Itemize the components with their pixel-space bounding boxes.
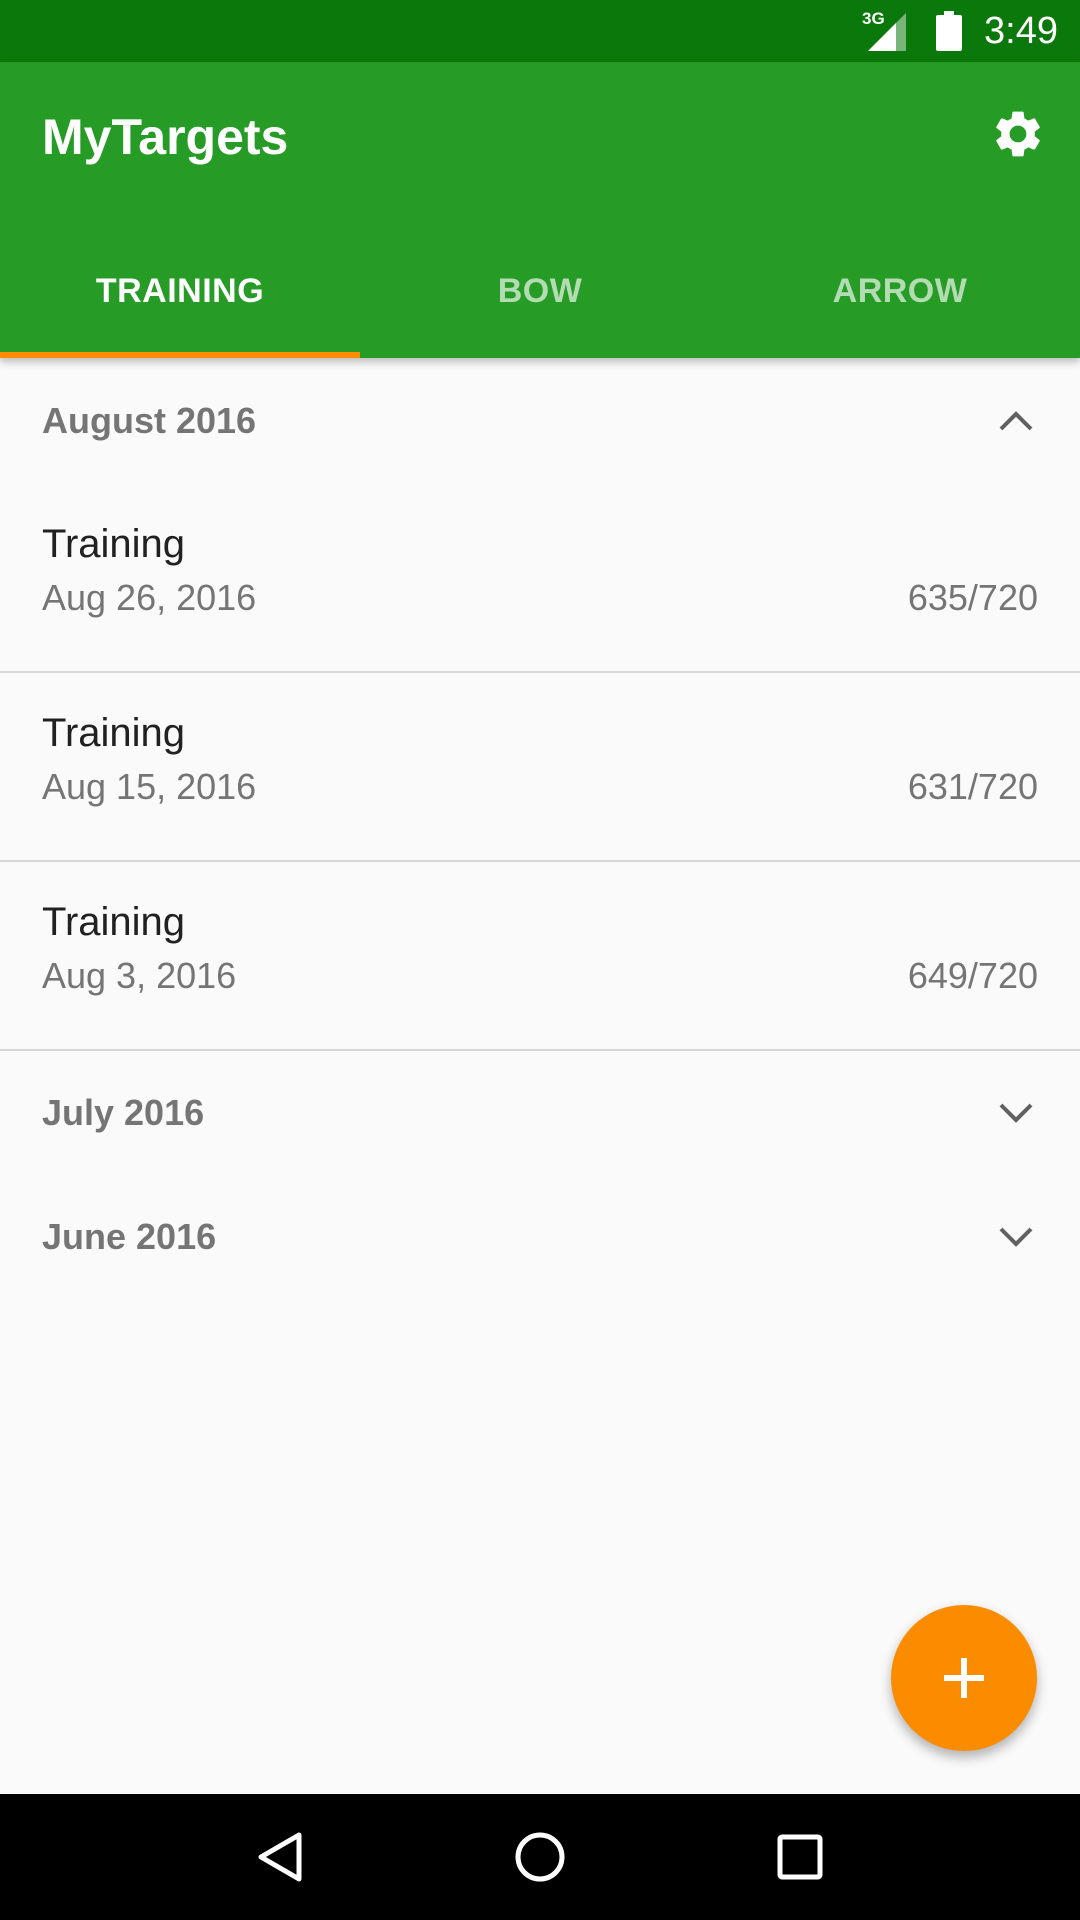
clock: 3:49 [984,9,1058,52]
network-type-label: 3G [862,9,885,28]
item-title: Training [42,900,186,944]
group-header-july-2016[interactable]: July 2016 [0,1051,1080,1175]
group-title: August 2016 [42,400,257,441]
list-item[interactable]: Training Aug 15, 2016 631/720 [0,673,1080,862]
settings-button[interactable] [986,102,1050,166]
app-bar: MyTargets TRAINING BOW ARROW [0,62,1080,358]
tab-bar: TRAINING BOW ARROW [0,224,1080,358]
group-title: July 2016 [42,1092,205,1133]
tab-training[interactable]: TRAINING [0,224,360,358]
recents-button[interactable] [760,1817,840,1897]
item-date: Aug 26, 2016 [42,577,257,618]
chevron-down-icon [996,1093,1036,1133]
chevron-down-icon [996,1217,1036,1257]
item-score: 631/720 [907,766,1038,807]
item-title: Training [42,522,186,566]
item-date: Aug 15, 2016 [42,766,257,807]
chevron-up-icon [996,401,1036,441]
network-indicator: 3G [862,9,916,51]
plus-icon [944,1658,984,1698]
group-title: June 2016 [42,1216,217,1257]
battery-icon [936,11,963,51]
list-item[interactable]: Training Aug 3, 2016 649/720 [0,862,1080,1051]
back-button[interactable] [240,1817,320,1897]
recents-icon [777,1834,823,1880]
back-icon [258,1832,302,1882]
home-button[interactable] [500,1817,580,1897]
add-training-button[interactable] [891,1605,1037,1751]
navigation-bar [0,1794,1080,1920]
group-header-august-2016[interactable]: August 2016 [0,358,1080,484]
gear-icon [996,111,1040,157]
item-date: Aug 3, 2016 [42,955,237,996]
group-header-june-2016[interactable]: June 2016 [0,1175,1080,1299]
item-score: 649/720 [907,955,1038,996]
home-icon [515,1832,565,1882]
training-list: August 2016 Training Aug 26, 2016 635/72… [0,358,1080,1299]
app-title: MyTargets [42,109,289,165]
item-score: 635/720 [907,577,1038,618]
tab-bow[interactable]: BOW [360,224,720,358]
item-title: Training [42,711,186,755]
status-bar: 3G 3:49 [0,0,1080,62]
tab-arrow[interactable]: ARROW [720,224,1080,358]
list-item[interactable]: Training Aug 26, 2016 635/720 [0,484,1080,673]
